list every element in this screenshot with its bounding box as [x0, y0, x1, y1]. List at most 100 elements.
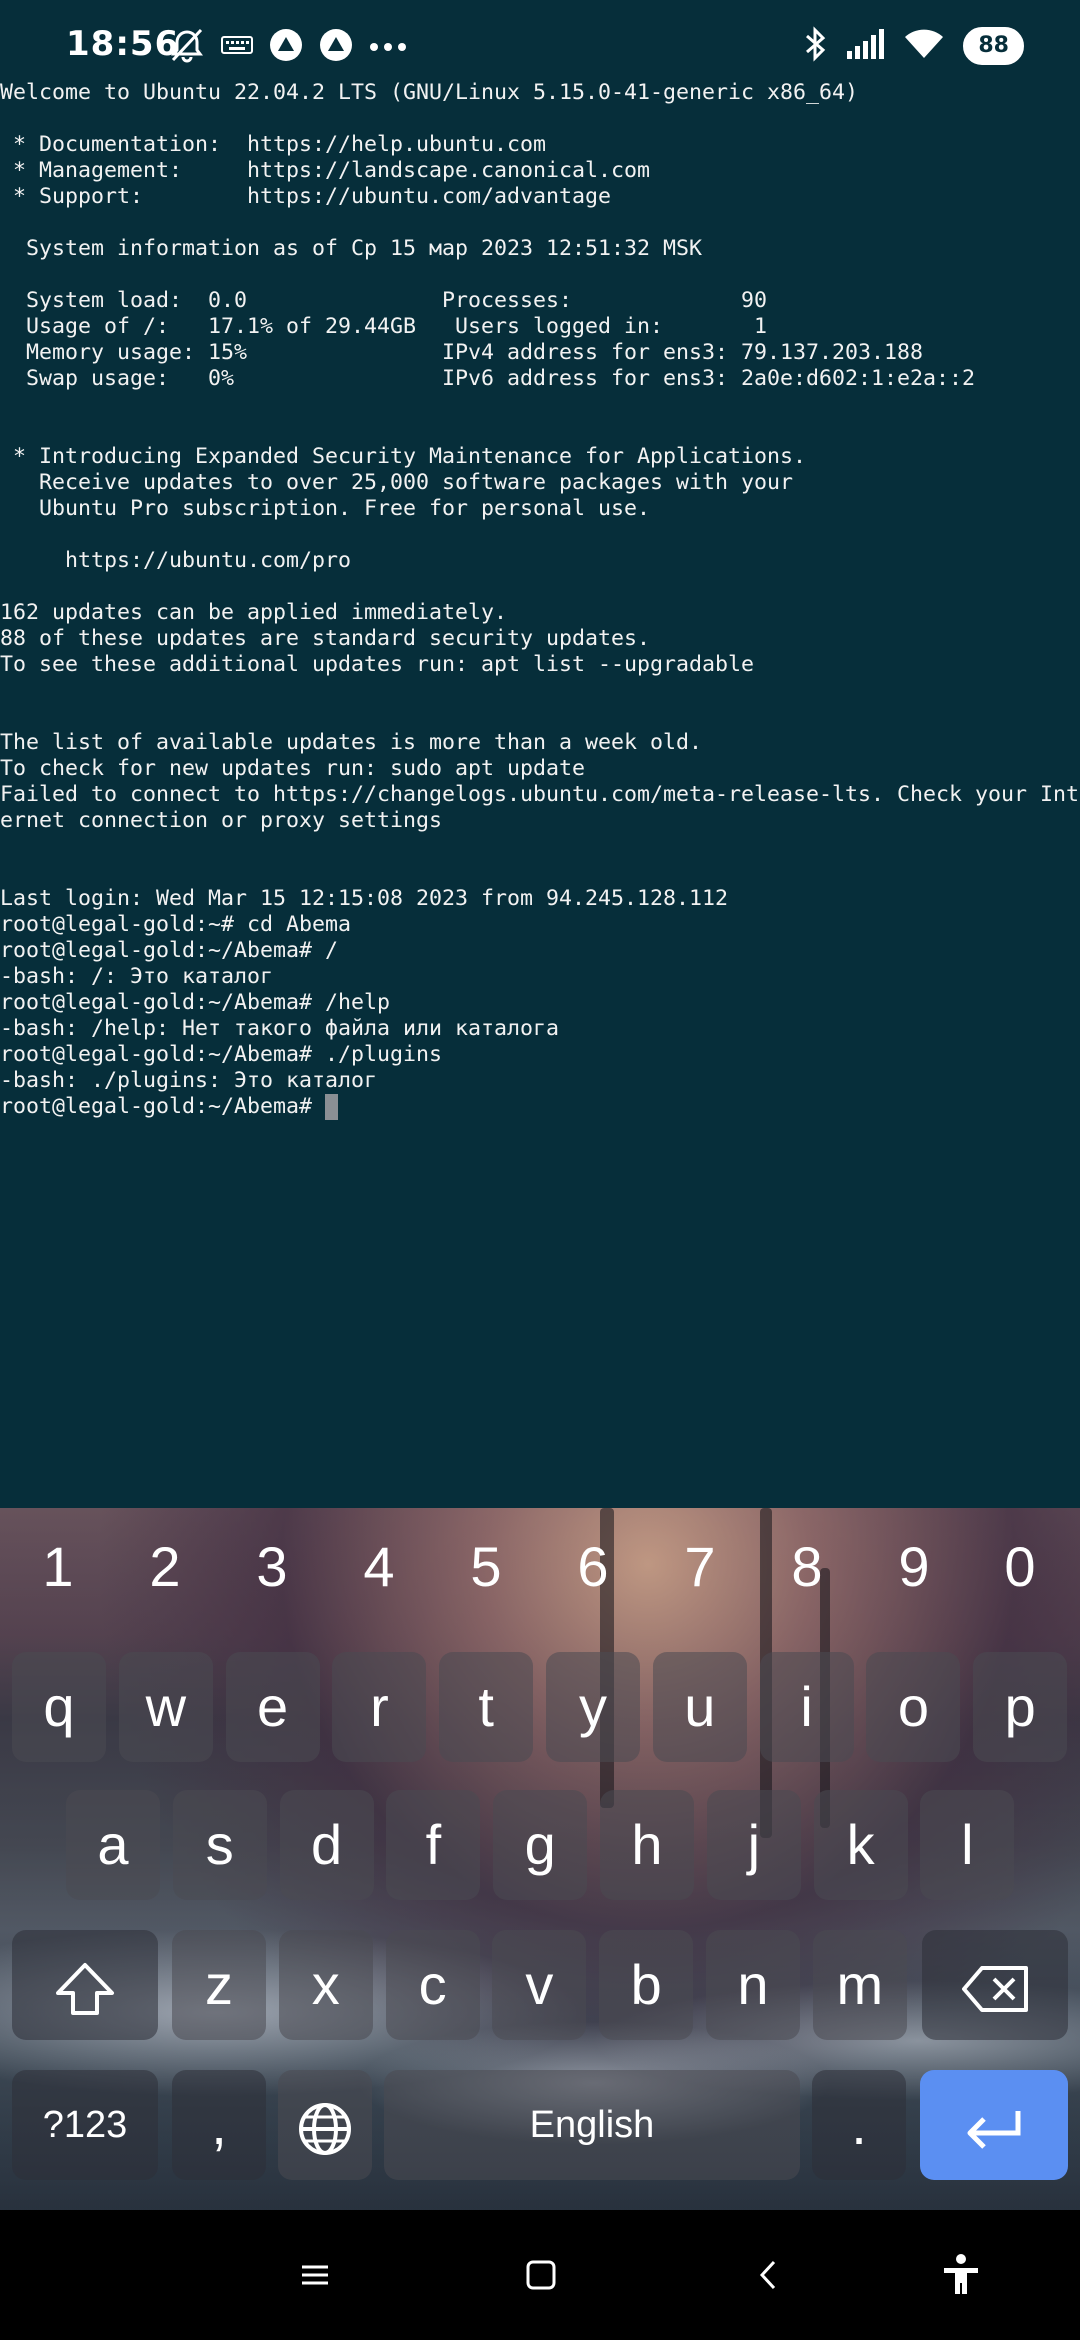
enter-key[interactable]: [920, 2070, 1068, 2180]
letter-key[interactable]: i: [759, 1652, 854, 1762]
shift-key[interactable]: [12, 1930, 158, 2040]
letter-key[interactable]: m: [812, 1930, 907, 2040]
navigation-bar: [0, 2210, 1080, 2340]
globe-icon: [297, 2093, 353, 2156]
status-icons-right: 88: [803, 26, 1024, 66]
terminal-line: root@legal-gold:~/Abema# /help: [0, 990, 391, 1015]
symbols-key[interactable]: ?123: [12, 2070, 158, 2180]
letter-key[interactable]: a: [66, 1790, 160, 1900]
number-key[interactable]: 4: [349, 1534, 409, 1599]
terminal-line: ernet connection or proxy settings: [0, 808, 443, 833]
terminal-line: * Support: https://ubuntu.com/advantage: [0, 184, 612, 209]
terminal-prompt-line[interactable]: root@legal-gold:~/Abema#: [0, 1094, 1080, 1120]
backspace-key[interactable]: [922, 1930, 1068, 2040]
terminal-line: To see these additional updates run: apt…: [0, 652, 755, 677]
enter-icon: [962, 2093, 1026, 2156]
comma-key[interactable]: ,: [172, 2070, 266, 2180]
terminal-line: Memory usage: 15% IPv4 address for ens3:…: [0, 340, 924, 365]
terminal-line: Receive updates to over 25,000 software …: [0, 470, 794, 495]
number-key[interactable]: 3: [242, 1534, 302, 1599]
period-key[interactable]: .: [812, 2070, 906, 2180]
soft-keyboard: 1234567890 qwertyuiop asdfghjkl zxcvbnm …: [0, 1508, 1080, 2210]
number-key[interactable]: 1: [28, 1534, 88, 1599]
backspace-icon: [960, 1953, 1030, 2016]
terminal-line: Failed to connect to https://changelogs.…: [0, 782, 1080, 807]
letter-key[interactable]: r: [332, 1652, 427, 1762]
letter-key[interactable]: h: [600, 1790, 694, 1900]
number-key[interactable]: 2: [135, 1534, 195, 1599]
number-key[interactable]: 5: [456, 1534, 516, 1599]
status-time: 18:56: [66, 24, 180, 64]
terminal-line: 88 of these updates are standard securit…: [0, 626, 651, 651]
letter-key[interactable]: c: [385, 1930, 480, 2040]
language-key[interactable]: [278, 2070, 372, 2180]
letter-key[interactable]: w: [118, 1652, 213, 1762]
letter-key[interactable]: t: [439, 1652, 534, 1762]
keyboard-icon: [220, 33, 254, 61]
number-key[interactable]: 0: [990, 1534, 1050, 1599]
terminal-line: Last login: Wed Mar 15 12:15:08 2023 fro…: [0, 886, 729, 911]
letter-key[interactable]: f: [386, 1790, 481, 1900]
letter-key[interactable]: b: [599, 1930, 694, 2040]
terminal-output[interactable]: Welcome to Ubuntu 22.04.2 LTS (GNU/Linux…: [0, 80, 1080, 1508]
letter-key[interactable]: q: [12, 1652, 106, 1762]
letter-key[interactable]: l: [920, 1790, 1015, 1900]
letter-key[interactable]: p: [973, 1652, 1068, 1762]
terminal-line: Welcome to Ubuntu 22.04.2 LTS (GNU/Linux…: [0, 80, 859, 105]
battery-level: 88: [978, 33, 1009, 58]
terminal-line: * Documentation: https://help.ubuntu.com: [0, 132, 547, 157]
terminal-line: Swap usage: 0% IPv6 address for ens3: 2a…: [0, 366, 976, 391]
letter-key[interactable]: z: [172, 1930, 266, 2040]
shift-icon: [54, 1953, 116, 2016]
back-icon[interactable]: [744, 2250, 794, 2300]
terminal-line: root@legal-gold:~/Abema# /: [0, 938, 339, 963]
terminal-line: https://ubuntu.com/pro: [0, 548, 352, 573]
letter-key[interactable]: n: [706, 1930, 800, 2040]
terminal-line: 162 updates can be applied immediately.: [0, 600, 508, 625]
battery-icon: 88: [963, 27, 1024, 65]
number-key[interactable]: 9: [884, 1534, 944, 1599]
letter-key[interactable]: s: [172, 1790, 267, 1900]
letter-key[interactable]: o: [866, 1652, 961, 1762]
letter-key[interactable]: j: [706, 1790, 801, 1900]
space-key[interactable]: English: [384, 2070, 800, 2180]
terminal-line: To check for new updates run: sudo apt u…: [0, 756, 586, 781]
bluetooth-icon: [803, 26, 827, 66]
terminal-line: The list of available updates is more th…: [0, 730, 703, 755]
letter-key[interactable]: v: [492, 1930, 587, 2040]
terminal-line: Usage of /: 17.1% of 29.44GB Users logge…: [0, 314, 768, 339]
status-icons-left: [168, 26, 408, 68]
more-dots-icon: [368, 38, 408, 57]
terminal-line: Ubuntu Pro subscription. Free for person…: [0, 496, 651, 521]
terminal-line: root@legal-gold:~/Abema# ./plugins: [0, 1042, 443, 1067]
app-icon-1: [268, 27, 304, 67]
terminal-line: * Management: https://landscape.canonica…: [0, 158, 651, 183]
number-key[interactable]: 7: [670, 1534, 730, 1599]
number-row: 1234567890: [0, 1508, 1080, 1636]
letter-key[interactable]: g: [493, 1790, 588, 1900]
letter-key[interactable]: k: [813, 1790, 908, 1900]
number-key[interactable]: 6: [563, 1534, 623, 1599]
wifi-icon: [903, 28, 945, 64]
letter-key[interactable]: y: [546, 1652, 640, 1762]
terminal-line: * Introducing Expanded Security Maintena…: [0, 444, 807, 469]
number-key[interactable]: 8: [777, 1534, 837, 1599]
letter-key[interactable]: x: [278, 1930, 373, 2040]
letter-key[interactable]: d: [279, 1790, 374, 1900]
letter-key[interactable]: u: [652, 1652, 747, 1762]
terminal-line: System information as of Ср 15 мар 2023 …: [0, 236, 703, 261]
terminal-line: -bash: /: Это каталог: [0, 964, 274, 989]
accessibility-icon[interactable]: [936, 2250, 986, 2300]
letter-key[interactable]: e: [225, 1652, 320, 1762]
menu-icon[interactable]: [290, 2250, 340, 2300]
home-icon[interactable]: [516, 2250, 566, 2300]
signal-icon: [845, 29, 885, 63]
